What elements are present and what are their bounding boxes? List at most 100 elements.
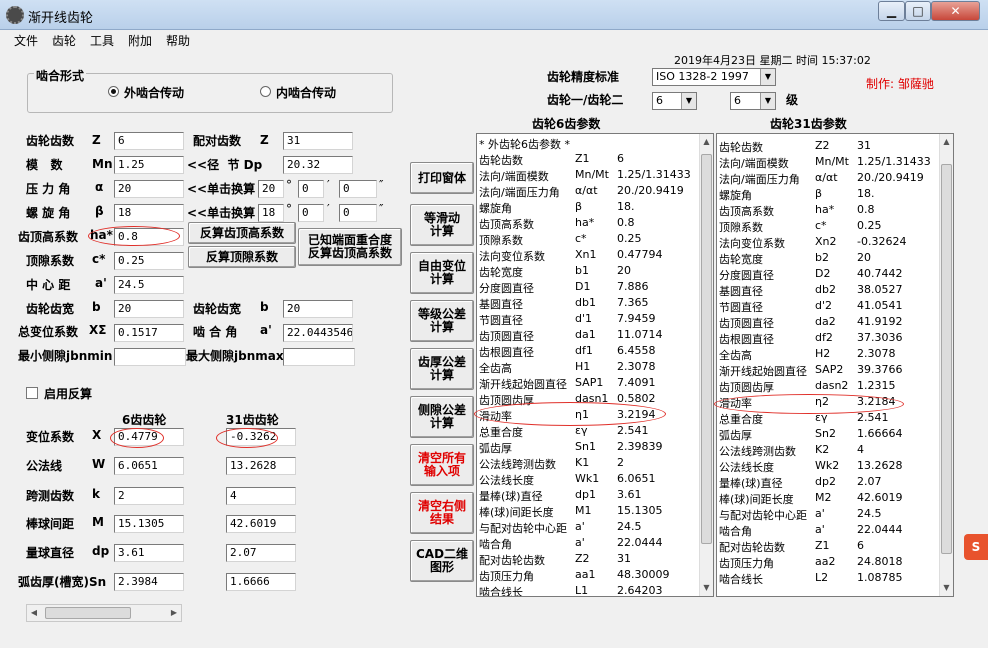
- list-item[interactable]: 齿轮宽度 b2 20: [719, 251, 939, 267]
- list-item[interactable]: 量棒(球)直径 dp1 3.61: [479, 488, 699, 504]
- convert-helix-button[interactable]: <<单击换算: [187, 204, 255, 221]
- vertical-scrollbar[interactable]: ▲ ▼: [699, 134, 713, 596]
- free-shift-button[interactable]: 自由变位 计算: [410, 252, 474, 294]
- enable-reverse-checkbox[interactable]: [26, 387, 38, 399]
- module-input[interactable]: 1.25: [114, 156, 184, 174]
- list-item[interactable]: 公法线跨测齿数 K2 4: [719, 443, 939, 459]
- list-item[interactable]: 法向变位系数 Xn2 -0.32624: [719, 235, 939, 251]
- scroll-thumb[interactable]: [941, 164, 952, 554]
- list-item[interactable]: 齿顶压力角 aa1 48.30009: [479, 568, 699, 584]
- min-backlash-input[interactable]: [114, 348, 186, 366]
- list-item[interactable]: 齿顶高系数 ha* 0.8: [479, 216, 699, 232]
- list-item[interactable]: 与配对齿轮中心距 a' 24.5: [719, 507, 939, 523]
- pressure-sec-input[interactable]: 0: [339, 180, 377, 198]
- list-item[interactable]: 弧齿厚 Sn1 2.39839: [479, 440, 699, 456]
- face-width-input[interactable]: 20: [114, 300, 184, 318]
- equal-slide-button[interactable]: 等滑动 计算: [410, 204, 474, 246]
- list-item[interactable]: 基圆直径 db2 38.0527: [719, 283, 939, 299]
- operating-angle-input[interactable]: 22.04435462: [283, 324, 353, 342]
- helix-deg-input[interactable]: 18: [258, 204, 284, 222]
- pressure-min-input[interactable]: 0: [298, 180, 324, 198]
- list-item[interactable]: 分度圆直径 D2 40.7442: [719, 267, 939, 283]
- horizontal-scrollbar[interactable]: ◀ ▶: [26, 604, 182, 622]
- print-button[interactable]: 打印窗体: [410, 162, 474, 194]
- list-item[interactable]: 总重合度 εγ 2.541: [479, 424, 699, 440]
- list-item[interactable]: 渐开线起始圆直径 SAP2 39.3766: [719, 363, 939, 379]
- list-item[interactable]: 弧齿厚 Sn2 1.66664: [719, 427, 939, 443]
- list-item[interactable]: 法向/端面模数 Mn/Mt 1.25/1.31433: [479, 168, 699, 184]
- pressure-angle-input[interactable]: 20: [114, 180, 184, 198]
- list-item[interactable]: 棒(球)间距长度 M2 42.6019: [719, 491, 939, 507]
- scroll-up-icon[interactable]: ▲: [700, 134, 713, 150]
- menu-help[interactable]: 帮助: [166, 32, 190, 49]
- gear2-params-list[interactable]: 齿轮齿数 Z2 31 法向/端面模数 Mn/Mt 1.25/1.31433 法向/端面压力角…: [716, 133, 954, 597]
- maximize-button[interactable]: □: [905, 1, 931, 21]
- list-item[interactable]: 分度圆直径 D1 7.886: [479, 280, 699, 296]
- minimize-button[interactable]: ▁: [878, 1, 905, 21]
- gear1-value-field[interactable]: 15.1305: [114, 515, 184, 533]
- external-mesh-radio[interactable]: [108, 86, 119, 97]
- clear-results-button[interactable]: 清空右侧 结果: [410, 492, 474, 534]
- vertical-scrollbar[interactable]: ▲ ▼: [939, 134, 953, 596]
- pressure-deg-input[interactable]: 20: [258, 180, 284, 198]
- list-item[interactable]: 啮合线长 L1 2.64203: [479, 584, 699, 596]
- center-distance-input[interactable]: 24.5: [114, 276, 184, 294]
- gear2-value-field[interactable]: 4: [226, 487, 296, 505]
- list-item[interactable]: 顶隙系数 c* 0.25: [479, 232, 699, 248]
- list-item[interactable]: 啮合线长 L2 1.08785: [719, 571, 939, 587]
- face-width2-input[interactable]: 20: [283, 300, 353, 318]
- scroll-thumb[interactable]: [701, 154, 712, 544]
- helix-angle-input[interactable]: 18: [114, 204, 184, 222]
- max-backlash-input[interactable]: [283, 348, 355, 366]
- menu-tools[interactable]: 工具: [90, 32, 114, 49]
- clear-inputs-button[interactable]: 清空所有 输入项: [410, 444, 474, 486]
- diametral-pitch-input[interactable]: 20.32: [283, 156, 353, 174]
- grade-tolerance-button[interactable]: 等级公差 计算: [410, 300, 474, 342]
- scroll-down-icon[interactable]: ▼: [700, 580, 713, 596]
- gear1-value-field[interactable]: 2.3984: [114, 573, 184, 591]
- list-item[interactable]: 齿根圆直径 df2 37.3036: [719, 331, 939, 347]
- gear1-value-field[interactable]: 2: [114, 487, 184, 505]
- total-shift-input[interactable]: 0.1517: [114, 324, 184, 342]
- list-item[interactable]: 公法线长度 Wk1 6.0651: [479, 472, 699, 488]
- list-item[interactable]: 与配对齿轮中心距 a' 24.5: [479, 520, 699, 536]
- gear1-value-field[interactable]: 3.61: [114, 544, 184, 562]
- gear2-value-field[interactable]: 13.2628: [226, 457, 296, 475]
- backlash-tolerance-button[interactable]: 侧隙公差 计算: [410, 396, 474, 438]
- list-item[interactable]: 齿顶圆直径 da2 41.9192: [719, 315, 939, 331]
- gear2-value-field[interactable]: 2.07: [226, 544, 296, 562]
- menu-file[interactable]: 文件: [14, 32, 38, 49]
- diametral-pitch-label[interactable]: <<径 节 Dp: [187, 156, 262, 173]
- list-item[interactable]: 齿顶高系数 ha* 0.8: [719, 203, 939, 219]
- list-item[interactable]: 齿根圆直径 df1 6.4558: [479, 344, 699, 360]
- helix-min-input[interactable]: 0: [298, 204, 324, 222]
- list-item[interactable]: 全齿高 H2 2.3078: [719, 347, 939, 363]
- gear1-grade-select[interactable]: 6 ▼: [652, 92, 697, 110]
- list-item[interactable]: 节圆直径 d'1 7.9459: [479, 312, 699, 328]
- gear2-grade-select[interactable]: 6 ▼: [730, 92, 776, 110]
- close-button[interactable]: ✕: [931, 1, 980, 21]
- mate-teeth-input[interactable]: 31: [283, 132, 353, 150]
- scroll-left-icon[interactable]: ◀: [27, 605, 41, 621]
- reverse-addendum-button[interactable]: 反算齿顶高系数: [188, 222, 296, 244]
- scroll-down-icon[interactable]: ▼: [940, 580, 953, 596]
- list-item[interactable]: 配对齿轮齿数 Z2 31: [479, 552, 699, 568]
- list-item[interactable]: 齿轮齿数 Z2 31: [719, 139, 939, 155]
- list-item[interactable]: 公法线长度 Wk2 13.2628: [719, 459, 939, 475]
- list-item[interactable]: 顶隙系数 c* 0.25: [719, 219, 939, 235]
- menu-gear[interactable]: 齿轮: [52, 32, 76, 49]
- list-item[interactable]: 齿轮齿数 Z1 6: [479, 152, 699, 168]
- accuracy-standard-select[interactable]: ISO 1328-2 1997 ▼: [652, 68, 776, 86]
- list-item[interactable]: 啮合角 a' 22.0444: [719, 523, 939, 539]
- list-item[interactable]: 公法线跨测齿数 K1 2: [479, 456, 699, 472]
- list-item[interactable]: 法向/端面模数 Mn/Mt 1.25/1.31433: [719, 155, 939, 171]
- scroll-thumb[interactable]: [45, 607, 131, 619]
- reverse-from-overlap-button[interactable]: 已知端面重合度 反算齿顶高系数: [298, 228, 402, 266]
- list-item[interactable]: 法向变位系数 Xn1 0.47794: [479, 248, 699, 264]
- list-item[interactable]: 螺旋角 β 18.: [479, 200, 699, 216]
- list-item[interactable]: 节圆直径 d'2 41.0541: [719, 299, 939, 315]
- list-item[interactable]: 齿顶压力角 aa2 24.8018: [719, 555, 939, 571]
- scroll-up-icon[interactable]: ▲: [940, 134, 953, 150]
- list-item[interactable]: 螺旋角 β 18.: [719, 187, 939, 203]
- list-item[interactable]: * 外齿轮6齿参数 *: [479, 136, 699, 152]
